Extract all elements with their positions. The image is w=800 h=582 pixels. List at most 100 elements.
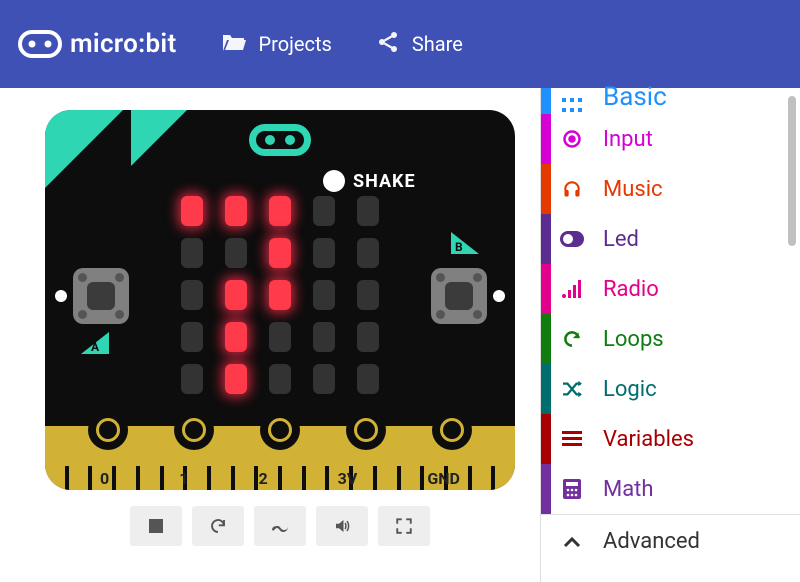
pin-gnd[interactable] [432, 410, 472, 450]
category-advanced[interactable]: Advanced [541, 514, 800, 568]
led-4-3 [313, 364, 335, 394]
led-3-1 [225, 322, 247, 352]
pin-label-3v: 3V [338, 469, 358, 488]
category-toolbox: Basic Input Music Le [540, 88, 800, 582]
usb-icon [249, 124, 311, 156]
led-2-2 [269, 280, 291, 310]
category-label: Radio [603, 277, 659, 302]
shake-label: SHAKE [353, 171, 416, 192]
button-a[interactable] [73, 268, 129, 324]
category-music[interactable]: Music [541, 164, 800, 214]
shuffle-icon [559, 380, 585, 398]
pin-1[interactable] [174, 410, 214, 450]
folder-open-icon [221, 31, 247, 58]
led-0-2 [269, 196, 291, 226]
app-header: micro:bit Projects Share [0, 0, 800, 88]
edge-connector: 0 1 2 3V GND [45, 426, 515, 490]
category-label: Math [603, 477, 654, 502]
led-2-4 [357, 280, 379, 310]
restart-button[interactable] [192, 506, 244, 546]
brand-name: micro:bit [70, 29, 177, 59]
category-label: Led [603, 227, 639, 252]
pin-label-2: 2 [258, 469, 267, 488]
category-label: Variables [603, 427, 694, 452]
category-label: Loops [603, 327, 664, 352]
board-decor-icon [45, 110, 123, 188]
microbit-board: SHAKE [45, 110, 515, 490]
led-0-1 [225, 196, 247, 226]
category-basic[interactable]: Basic [541, 88, 800, 114]
pin-3v[interactable] [346, 410, 386, 450]
shake-dot-icon [323, 170, 345, 192]
advanced-label: Advanced [603, 529, 700, 554]
fullscreen-button[interactable] [378, 506, 430, 546]
audio-button[interactable] [316, 506, 368, 546]
led-3-3 [313, 322, 335, 352]
scrollbar[interactable] [788, 96, 796, 246]
led-2-0 [181, 280, 203, 310]
microbit-logo-icon [18, 30, 62, 58]
pin-label-0: 0 [100, 469, 109, 488]
label-a-icon [81, 332, 109, 354]
grid-icon [559, 98, 585, 112]
cycle-icon [559, 329, 585, 349]
category-label: Basic [603, 82, 667, 112]
led-0-3 [313, 196, 335, 226]
calculator-icon [559, 479, 585, 499]
led-4-0 [181, 364, 203, 394]
headphones-icon [559, 179, 585, 199]
main-area: SHAKE [0, 88, 800, 582]
board-decor-icon [131, 110, 187, 166]
pin-label-gnd: GND [427, 469, 460, 488]
led-3-4 [357, 322, 379, 352]
simulator-panel: SHAKE [0, 88, 540, 582]
category-label: Input [603, 127, 653, 152]
led-0-0 [181, 196, 203, 226]
shake-button[interactable]: SHAKE [323, 170, 416, 192]
category-variables[interactable]: Variables [541, 414, 800, 464]
sim-controls [130, 506, 430, 546]
toggle-icon [559, 231, 585, 247]
share-label: Share [412, 32, 463, 56]
led-0-4 [357, 196, 379, 226]
pin-0[interactable] [88, 410, 128, 450]
led-3-2 [269, 322, 291, 352]
led-4-4 [357, 364, 379, 394]
led-3-0 [181, 322, 203, 352]
category-input[interactable]: Input [541, 114, 800, 164]
category-logic[interactable]: Logic [541, 364, 800, 414]
stop-button[interactable] [130, 506, 182, 546]
chevron-up-icon [559, 536, 585, 548]
led-2-3 [313, 280, 335, 310]
label-b-icon [451, 232, 479, 254]
led-1-4 [357, 238, 379, 268]
pin-left-icon [55, 290, 67, 302]
led-1-0 [181, 238, 203, 268]
led-1-3 [313, 238, 335, 268]
led-4-2 [269, 364, 291, 394]
led-4-1 [225, 364, 247, 394]
led-1-1 [225, 238, 247, 268]
category-label: Logic [603, 377, 657, 402]
share-icon [376, 30, 400, 59]
category-label: Music [603, 177, 663, 202]
category-math[interactable]: Math [541, 464, 800, 514]
projects-label: Projects [259, 32, 332, 56]
pin-right-icon [493, 290, 505, 302]
target-icon [559, 129, 585, 149]
led-1-2 [269, 238, 291, 268]
button-b[interactable] [431, 268, 487, 324]
led-matrix [181, 196, 379, 394]
pin-label-1: 1 [179, 469, 188, 488]
led-2-1 [225, 280, 247, 310]
pin-2[interactable] [260, 410, 300, 450]
category-radio[interactable]: Radio [541, 264, 800, 314]
category-led[interactable]: Led [541, 214, 800, 264]
list-icon [559, 431, 585, 447]
bars-icon [559, 280, 585, 298]
brand-logo[interactable]: micro:bit [18, 29, 177, 59]
share-button[interactable]: Share [376, 30, 463, 59]
slow-mo-button[interactable] [254, 506, 306, 546]
projects-button[interactable]: Projects [221, 31, 332, 58]
category-loops[interactable]: Loops [541, 314, 800, 364]
